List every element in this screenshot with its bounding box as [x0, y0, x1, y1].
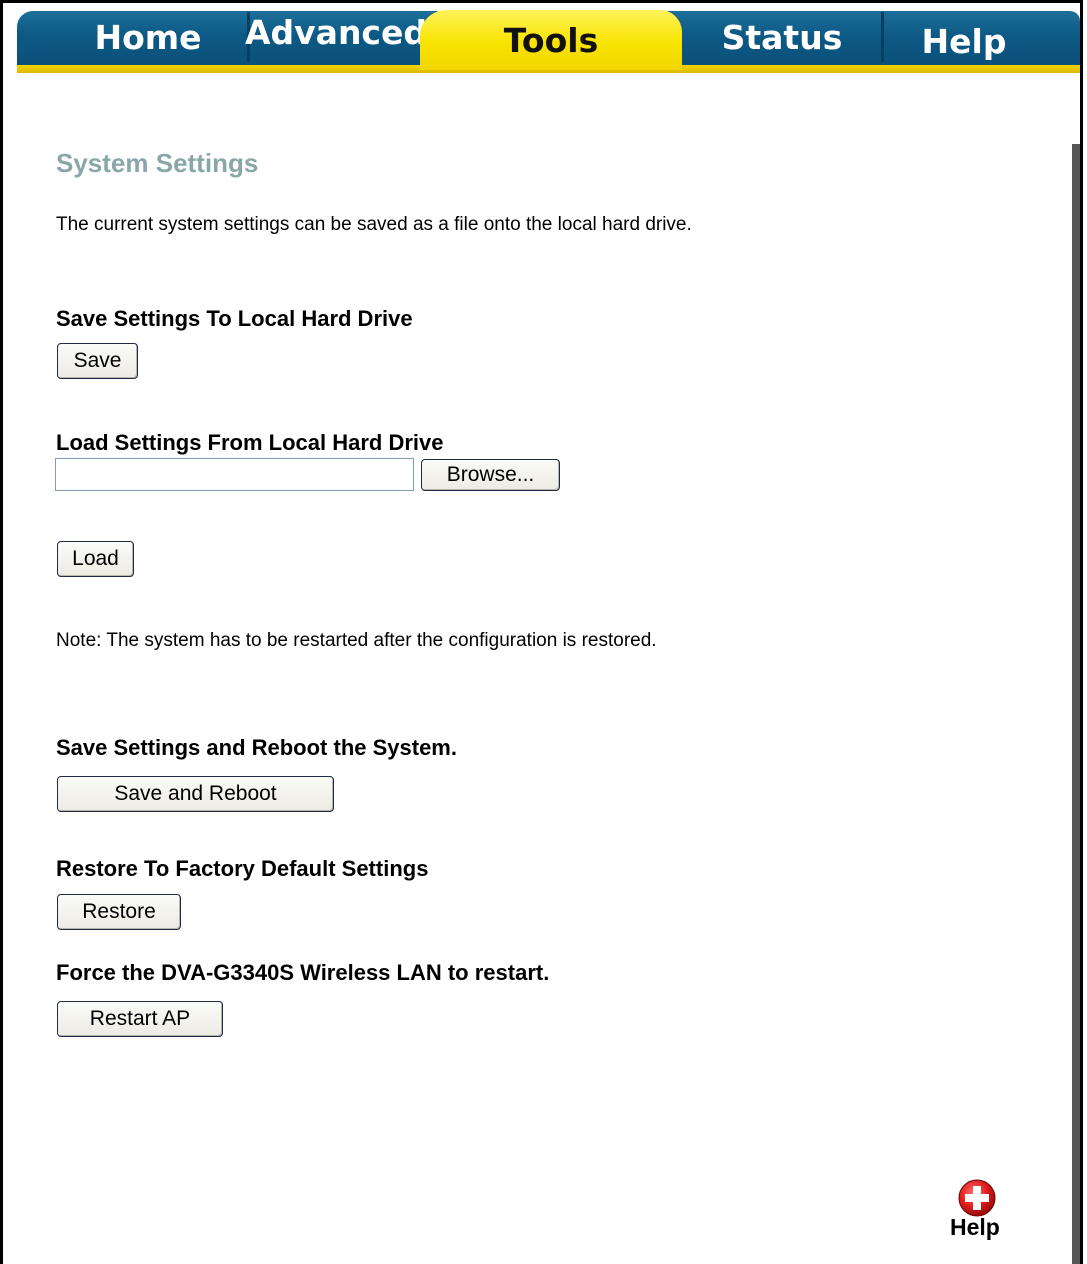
tab-help[interactable]: Help [884, 8, 1044, 66]
tab-status[interactable]: Status [682, 8, 884, 66]
load-settings-heading: Load Settings From Local Hard Drive [56, 430, 444, 455]
restore-heading: Restore To Factory Default Settings [56, 856, 429, 881]
save-button[interactable]: Save [57, 343, 138, 379]
restart-note: Note: The system has to be restarted aft… [56, 630, 657, 651]
help-link-label[interactable]: Help [950, 1214, 1000, 1241]
tab-home[interactable]: Home [48, 8, 250, 66]
restart-heading: Force the DVA-G3340S Wireless LAN to res… [56, 960, 550, 985]
tab-status-label: Status [721, 17, 843, 57]
restart-ap-button[interactable]: Restart AP [57, 1001, 223, 1037]
reboot-heading: Save Settings and Reboot the System. [56, 735, 457, 760]
help-plus-icon[interactable] [957, 1178, 997, 1218]
save-settings-heading: Save Settings To Local Hard Drive [56, 306, 413, 331]
tab-tools-label: Tools [503, 20, 599, 60]
restore-button[interactable]: Restore [57, 894, 181, 930]
tab-home-label: Home [94, 17, 202, 57]
tab-tools[interactable]: Tools [420, 10, 682, 70]
load-button[interactable]: Load [57, 541, 134, 577]
browse-button[interactable]: Browse... [421, 459, 560, 491]
tab-advanced[interactable]: Advanced [245, 8, 427, 66]
tab-advanced-label: Advanced [245, 12, 427, 52]
file-path-input[interactable] [55, 458, 414, 491]
intro-text: The current system settings can be saved… [56, 214, 692, 235]
save-and-reboot-button[interactable]: Save and Reboot [57, 776, 334, 812]
scrollbar[interactable] [1072, 144, 1080, 1264]
page-title: System Settings [56, 148, 259, 178]
tab-help-label: Help [921, 21, 1007, 61]
